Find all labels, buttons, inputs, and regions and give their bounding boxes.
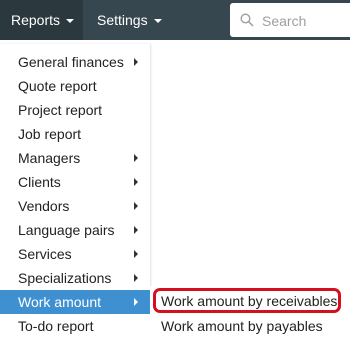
menu-item-label: Job report bbox=[18, 126, 82, 142]
search-input[interactable] bbox=[260, 3, 350, 39]
settings-menu-button[interactable]: Settings bbox=[85, 0, 162, 40]
search-box bbox=[230, 3, 350, 39]
menu-item-label: Quote report bbox=[18, 78, 97, 94]
menu-item-to-do-report[interactable]: To-do report bbox=[0, 314, 150, 338]
chevron-right-icon bbox=[134, 226, 138, 234]
submenu-item-label: Work amount by receivables bbox=[161, 293, 338, 309]
settings-label: Settings bbox=[97, 12, 148, 28]
menu-item-label: Language pairs bbox=[18, 222, 115, 238]
menu-item-general-finances[interactable]: General finances bbox=[0, 50, 150, 74]
work-amount-submenu: Work amount by receivables Work amount b… bbox=[150, 286, 350, 342]
menu-item-project-report[interactable]: Project report bbox=[0, 98, 150, 122]
chevron-right-icon bbox=[134, 178, 138, 186]
chevron-right-icon bbox=[134, 154, 138, 162]
caret-down-icon bbox=[153, 19, 162, 24]
menu-item-language-pairs[interactable]: Language pairs bbox=[0, 218, 150, 242]
reports-dropdown-menu: General finances Quote report Project re… bbox=[0, 44, 150, 342]
menu-item-label: Work amount bbox=[18, 294, 101, 310]
chevron-right-icon bbox=[134, 250, 138, 258]
menu-item-label: Clients bbox=[18, 174, 61, 190]
chevron-right-icon bbox=[134, 274, 138, 282]
chevron-right-icon bbox=[134, 202, 138, 210]
submenu-item-work-amount-by-receivables[interactable]: Work amount by receivables bbox=[152, 289, 337, 313]
menu-item-label: To-do report bbox=[18, 318, 94, 334]
menu-item-label: General finances bbox=[18, 54, 124, 70]
menu-item-label: Project report bbox=[18, 102, 103, 118]
caret-down-icon bbox=[66, 19, 75, 24]
search-icon bbox=[240, 13, 254, 27]
menu-item-work-amount[interactable]: Work amount bbox=[0, 290, 150, 314]
menu-item-label: Specializations bbox=[18, 270, 112, 286]
chevron-right-icon bbox=[134, 58, 138, 66]
menu-item-managers[interactable]: Managers bbox=[0, 146, 150, 170]
chevron-right-icon bbox=[134, 298, 138, 306]
menu-item-clients[interactable]: Clients bbox=[0, 170, 150, 194]
menu-item-vendors[interactable]: Vendors bbox=[0, 194, 150, 218]
menu-item-label: Vendors bbox=[18, 198, 70, 214]
menu-item-job-report[interactable]: Job report bbox=[0, 122, 150, 146]
menu-item-quote-report[interactable]: Quote report bbox=[0, 74, 150, 98]
top-navbar: Reports Settings bbox=[0, 0, 350, 40]
submenu-item-label: Work amount by payables bbox=[161, 318, 323, 334]
menu-item-services[interactable]: Services bbox=[0, 242, 150, 266]
menu-item-label: Managers bbox=[18, 150, 81, 166]
submenu-item-work-amount-by-payables[interactable]: Work amount by payables bbox=[152, 314, 323, 338]
menu-item-specializations[interactable]: Specializations bbox=[0, 266, 150, 290]
reports-menu-button[interactable]: Reports bbox=[0, 0, 83, 40]
reports-label: Reports bbox=[11, 12, 61, 28]
menu-item-label: Services bbox=[18, 246, 72, 262]
